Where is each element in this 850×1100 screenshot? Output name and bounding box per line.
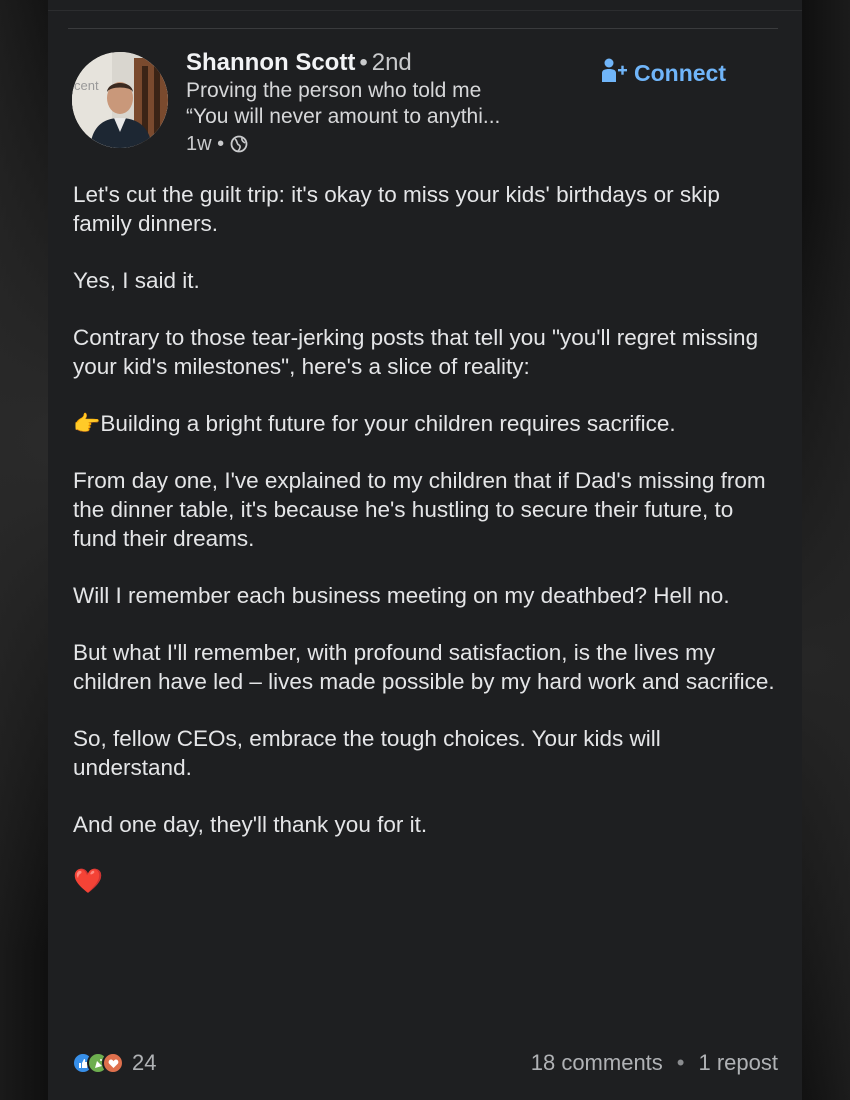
post-paragraph: Will I remember each business meeting on… bbox=[73, 583, 730, 608]
post-paragraph: So, fellow CEOs, embrace the tough choic… bbox=[73, 726, 661, 780]
post-paragraph: Let's cut the guilt trip: it's okay to m… bbox=[73, 182, 720, 236]
author-headline-line-2: “You will never amount to anythi... bbox=[186, 105, 501, 128]
post-body: Let's cut the guilt trip: it's okay to m… bbox=[73, 180, 783, 925]
avatar-sign-text: cent bbox=[74, 78, 99, 93]
author-headline-line-1: Proving the person who told me bbox=[186, 79, 482, 102]
add-person-icon bbox=[600, 56, 628, 90]
reaction-icons bbox=[72, 1052, 124, 1074]
reaction-count: 24 bbox=[132, 1050, 157, 1075]
post-paragraph: From day one, I've explained to my child… bbox=[73, 468, 766, 551]
post-paragraph: Contrary to those tear-jerking posts tha… bbox=[73, 325, 759, 379]
previous-card-edge bbox=[48, 0, 802, 11]
post-paragraph-text: Building a bright future for your childr… bbox=[100, 411, 676, 436]
heart-icon: ❤️ bbox=[73, 868, 103, 895]
post-paragraph: But what I'll remember, with profound sa… bbox=[73, 640, 775, 694]
avatar-photo: cent bbox=[72, 52, 168, 148]
connect-label: Connect bbox=[634, 59, 726, 86]
post-time: 1w • bbox=[186, 133, 225, 155]
social-counts-bar: 24 18 comments • 1 repost bbox=[72, 1046, 778, 1080]
author-name[interactable]: Shannon Scott bbox=[186, 49, 355, 76]
author-info: Shannon Scott • 2nd Proving the person who… bbox=[186, 48, 606, 158]
love-reaction-icon bbox=[102, 1052, 124, 1074]
degree-separator: • bbox=[359, 49, 368, 76]
stats-separator: • bbox=[676, 1050, 685, 1075]
author-name-line: Shannon Scott • 2nd bbox=[186, 48, 606, 78]
post-paragraph: Yes, I said it. bbox=[73, 268, 200, 293]
comments-count-link[interactable]: 18 comments bbox=[531, 1050, 663, 1076]
reposts-count-link[interactable]: 1 repost bbox=[699, 1050, 779, 1076]
post-card: cent Shannon Scott • 2nd Proving the perso… bbox=[48, 0, 802, 1100]
reactions-summary[interactable]: 24 bbox=[72, 1050, 156, 1076]
engagement-stats: 18 comments • 1 repost bbox=[531, 1050, 778, 1076]
divider bbox=[68, 28, 778, 29]
connect-button[interactable]: Connect bbox=[600, 56, 726, 90]
connection-degree: 2nd bbox=[371, 49, 412, 76]
post-meta: 1w • bbox=[186, 130, 606, 158]
post-paragraph-bullet: 👉Building a bright future for your child… bbox=[73, 409, 783, 438]
globe-icon bbox=[230, 135, 248, 153]
avatar[interactable]: cent bbox=[72, 52, 168, 148]
post-paragraph: And one day, they'll thank you for it. bbox=[73, 812, 428, 837]
pointing-hand-icon: 👉 bbox=[73, 411, 101, 436]
